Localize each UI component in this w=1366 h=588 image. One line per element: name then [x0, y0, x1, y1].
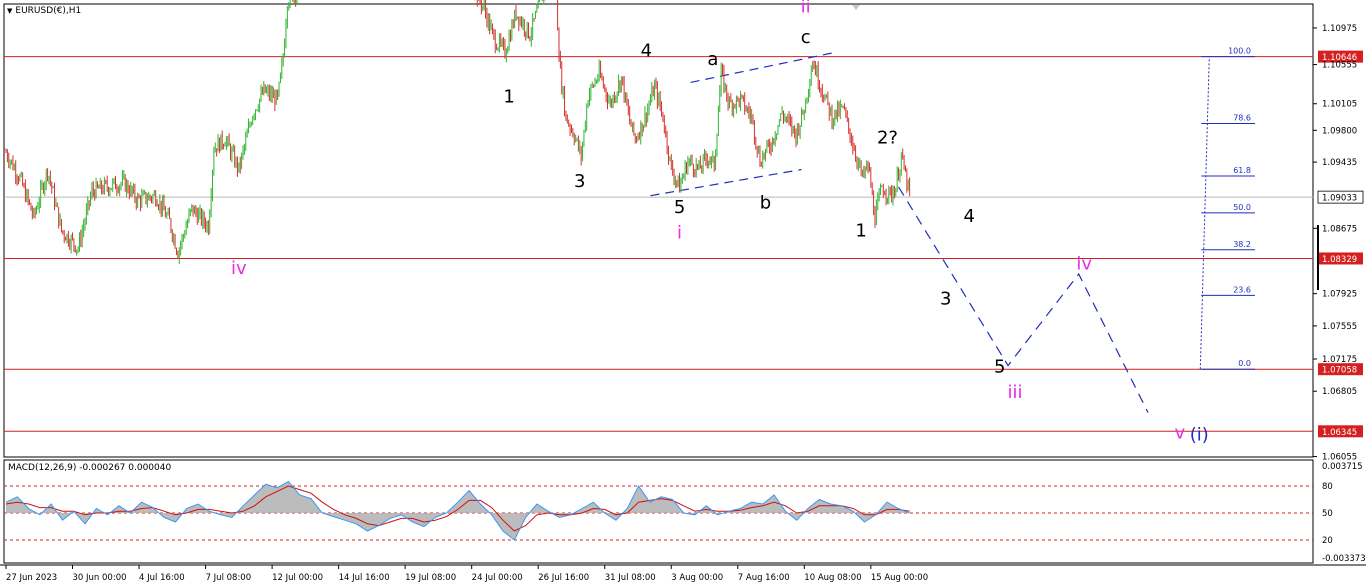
time-tick-label: 26 Jul 16:00: [538, 573, 589, 583]
time-tick-label: 12 Jul 00:00: [272, 573, 323, 583]
time-tick-label: 15 Aug 00:00: [871, 573, 928, 583]
wave-label: 1: [855, 221, 866, 242]
price-tick-label: 1.07175: [1322, 355, 1357, 365]
symbol-label: EURUSD(€),H1: [15, 6, 82, 16]
price-tick-label: 1.09435: [1322, 158, 1357, 168]
macd-tick-label: 0.003715: [1322, 462, 1363, 472]
wave-label: 5: [994, 356, 1005, 377]
wave-label: iv: [231, 258, 247, 279]
fibonacci-level-label: 61.8: [1233, 166, 1251, 175]
macd-tick-label: 80: [1322, 482, 1333, 492]
fibonacci-level-label: 50.0: [1233, 203, 1251, 212]
time-tick-label: 7 Jul 08:00: [206, 573, 252, 583]
fibonacci-level-label: 100.0: [1228, 47, 1251, 56]
price-tick-label: 1.10555: [1322, 61, 1357, 71]
wave-label: v: [1175, 423, 1186, 444]
fibonacci-level-label: 78.6: [1233, 114, 1251, 123]
time-tick-label: 27 Jun 2023: [6, 573, 57, 583]
wave-label: 4: [964, 206, 975, 227]
macd-tick-label: 20: [1322, 536, 1333, 546]
price-tick-label: 1.10975: [1322, 24, 1357, 34]
symbol-header[interactable]: ▼ EURUSD(€),H1: [7, 6, 81, 16]
wave-label: ii: [801, 0, 811, 18]
chart-background: [0, 0, 1366, 588]
time-tick-label: 7 Aug 16:00: [738, 573, 790, 583]
time-tick-label: 14 Jul 16:00: [339, 573, 390, 583]
wave-label: iii: [1007, 382, 1022, 403]
wave-label: a: [707, 49, 718, 70]
wave-label: 1: [503, 86, 514, 107]
wave-label: c: [801, 27, 811, 48]
time-tick-label: 4 Jul 16:00: [139, 573, 185, 583]
time-tick-label: 3 Aug 00:00: [671, 573, 723, 583]
chart-window[interactable]: 100.0 78.6 61.8 50.0 38.2 23.6 0.0 iv 1 3 4 5 i a b ii…: [0, 0, 1366, 588]
triangle-down-icon[interactable]: ▼: [7, 7, 12, 15]
wave-label: iv: [1076, 254, 1092, 275]
time-tick-label: 24 Jul 00:00: [472, 573, 523, 583]
wave-label: (i): [1190, 424, 1209, 445]
wave-label: 3: [940, 289, 951, 310]
macd-indicator-label: MACD(12,26,9) -0.000267 0.000040: [8, 463, 172, 473]
price-tick-label: 1.07555: [1322, 322, 1357, 332]
level-price-label: 1.07058: [1322, 366, 1357, 376]
chart-canvas[interactable]: 100.0 78.6 61.8 50.0 38.2 23.6 0.0 iv 1 3 4 5 i a b ii…: [0, 0, 1366, 588]
macd-tick-label: 50: [1322, 509, 1333, 519]
time-tick-label: 30 Jun 00:00: [73, 573, 127, 583]
price-tick-label: 1.09800: [1322, 126, 1357, 136]
time-tick-label: 19 Jul 08:00: [405, 573, 456, 583]
price-tick-label: 1.07925: [1322, 290, 1357, 300]
current-price-label: 1.09033: [1322, 194, 1357, 204]
fibonacci-level-label: 0.0: [1238, 359, 1251, 368]
wave-label: 3: [574, 171, 585, 192]
price-tick-label: 1.10105: [1322, 100, 1357, 110]
level-price-label: 1.08329: [1322, 255, 1357, 265]
level-price-label: 1.06345: [1322, 428, 1357, 438]
time-tick-label: 10 Aug 08:00: [804, 573, 861, 583]
wave-label: 5: [674, 197, 685, 218]
wave-label: i: [677, 222, 682, 243]
price-tick-label: 1.06805: [1322, 387, 1357, 397]
wave-label: 4: [641, 40, 652, 61]
fibonacci-level-label: 38.2: [1233, 240, 1251, 249]
wave-label: 2?: [877, 127, 898, 148]
price-tick-label: 1.08675: [1322, 224, 1357, 234]
fibonacci-level-label: 23.6: [1233, 285, 1251, 294]
time-tick-label: 31 Jul 08:00: [605, 573, 656, 583]
macd-tick-label: -0.003373: [1322, 554, 1366, 564]
wave-label: b: [760, 193, 771, 214]
